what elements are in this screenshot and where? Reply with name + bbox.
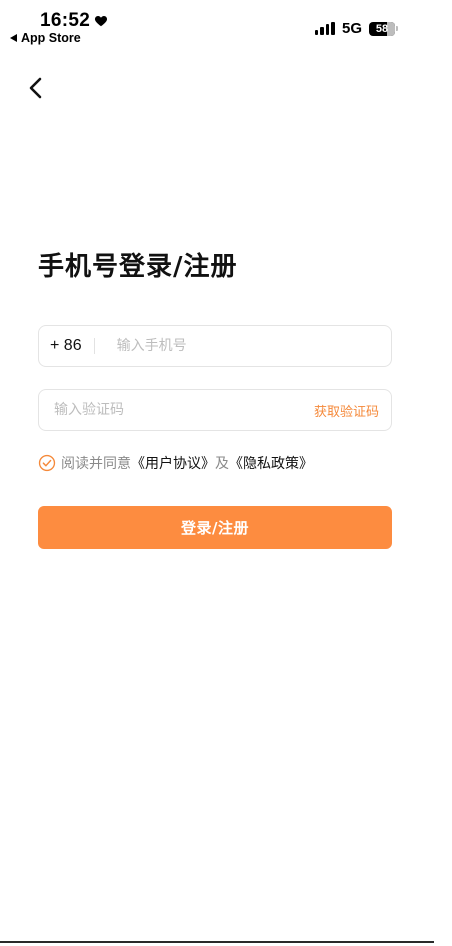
privacy-policy-link[interactable]: 《隐私政策》 [229, 453, 313, 473]
back-triangle-icon [10, 34, 17, 42]
check-circle-icon[interactable] [38, 454, 56, 472]
heart-icon [95, 16, 108, 27]
login-screen: 16:52 App Store 5G 58 手机号登录/注册 + 86 输入手机… [0, 0, 452, 946]
agreement-row: 阅读并同意 《用户协议》 及 《隐私政策》 [38, 453, 313, 473]
signal-icon [314, 22, 335, 35]
verification-code-field: 获取验证码 [38, 389, 392, 431]
home-indicator [0, 941, 434, 943]
status-indicators: 5G 58 [314, 20, 398, 37]
page-title: 手机号登录/注册 [38, 252, 238, 282]
country-code[interactable]: + 86 [39, 337, 94, 355]
get-code-button[interactable]: 获取验证码 [314, 401, 391, 420]
network-type: 5G [341, 20, 362, 37]
time-group: 16:52 [40, 10, 108, 32]
back-button[interactable] [22, 74, 50, 102]
login-register-button[interactable]: 登录/注册 [38, 506, 392, 549]
user-agreement-link[interactable]: 《用户协议》 [131, 453, 215, 473]
battery-level: 58 [375, 22, 389, 35]
back-to-app-store[interactable]: App Store [10, 31, 81, 45]
status-time: 16:52 [40, 10, 91, 31]
phone-input[interactable] [94, 326, 391, 366]
phone-field: + 86 [38, 325, 392, 367]
chevron-left-icon [29, 77, 42, 99]
back-app-label: App Store [21, 31, 81, 45]
status-bar: 16:52 App Store 5G 58 [0, 0, 452, 50]
agreement-prefix: 阅读并同意 [61, 456, 131, 472]
verification-code-input[interactable] [39, 390, 314, 430]
agreement-conjunction: 及 [215, 456, 229, 472]
battery-icon: 58 [369, 21, 398, 36]
